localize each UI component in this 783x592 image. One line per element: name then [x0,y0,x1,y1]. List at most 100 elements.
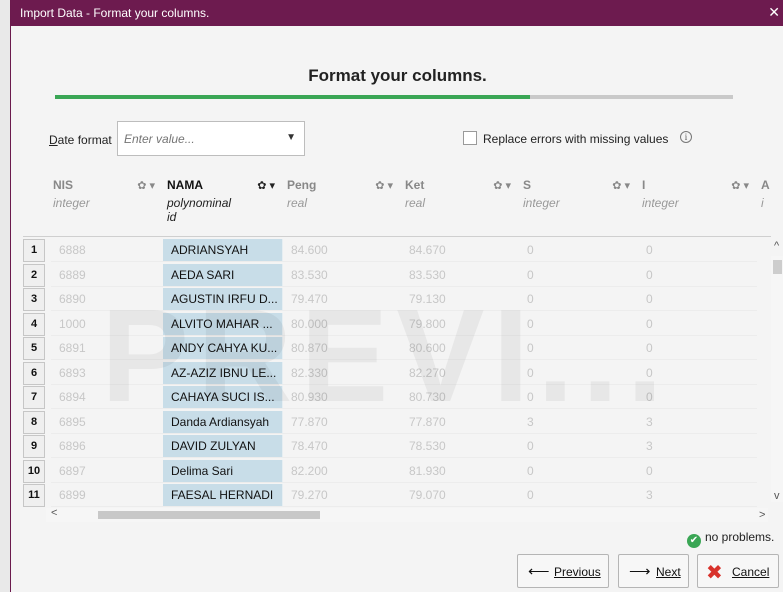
table-cell[interactable]: ANDY CAHYA KU... [163,337,283,360]
column-type: real [287,196,308,210]
column-settings-icon[interactable]: ✿ ▾ [137,179,155,192]
table-cell[interactable]: 81.930 [401,460,519,483]
table-cell[interactable]: 78.470 [283,435,401,458]
scroll-up-icon[interactable]: ^ [774,240,779,252]
column-header-nis[interactable]: NIS ✿ ▾ integer [49,176,163,236]
table-cell[interactable]: 79.470 [283,288,401,311]
table-cell[interactable]: 6888 [51,239,163,262]
table-cell[interactable]: 0 [638,460,757,483]
table-cell[interactable]: ADRIANSYAH [163,239,283,262]
column-settings-icon[interactable]: ✿ ▾ [612,179,630,192]
next-button[interactable]: ⟶ Next [618,554,689,588]
table-cell[interactable]: 0 [519,435,638,458]
table-cell[interactable]: 79.070 [401,484,519,507]
vertical-scroll-thumb[interactable] [773,260,782,274]
table-cell[interactable]: 82.200 [283,460,401,483]
table-cell[interactable]: 80.870 [283,337,401,360]
table-cell[interactable]: 77.870 [283,411,401,434]
table-cell[interactable]: 0 [519,460,638,483]
table-cell[interactable]: 0 [638,337,757,360]
date-format-combobox[interactable]: ▼ [117,121,305,156]
table-cell[interactable]: 79.130 [401,288,519,311]
table-cell[interactable]: 0 [519,337,638,360]
table-cell[interactable]: 0 [519,386,638,409]
table-cell[interactable]: 6895 [51,411,163,434]
table-cell[interactable]: 6897 [51,460,163,483]
scroll-right-icon[interactable]: > [759,509,765,521]
table-cell[interactable]: 3 [638,484,757,507]
table-cell[interactable]: 0 [638,313,757,336]
table-cell[interactable]: 0 [638,386,757,409]
column-settings-icon[interactable]: ✿ ▾ [257,179,275,192]
replace-errors-checkbox[interactable] [463,131,477,145]
table-cell[interactable]: 83.530 [283,264,401,287]
table-cell[interactable]: 80.600 [401,337,519,360]
table-cell[interactable]: 0 [638,288,757,311]
table-cell[interactable]: 0 [519,288,638,311]
table-cell[interactable]: 0 [519,313,638,336]
column-settings-icon[interactable]: ✿ ▾ [375,179,393,192]
table-cell[interactable]: AEDA SARI [163,263,283,287]
table-cell[interactable]: 0 [638,239,757,262]
table-cell[interactable]: 82.270 [401,362,519,385]
table-cell[interactable]: 78.530 [401,435,519,458]
table-cell[interactable]: 77.870 [401,411,519,434]
column-settings-icon[interactable]: ✿ ▾ [731,179,749,192]
table-cell[interactable]: 6899 [51,484,163,507]
column-type: integer [642,196,679,210]
column-header-i[interactable]: I ✿ ▾ integer [638,176,757,236]
title-bar[interactable]: Import Data - Format your columns. ✕ [11,0,783,26]
table-cell[interactable]: ALVITO MAHAR ... [163,312,283,336]
table-cell[interactable]: 0 [519,239,638,262]
table-cell[interactable]: 79.800 [401,313,519,336]
table-cell[interactable]: 6893 [51,362,163,385]
table-cell[interactable]: 6894 [51,386,163,409]
close-icon[interactable]: ✕ [768,4,780,21]
table-cell[interactable]: 80.000 [283,313,401,336]
table-cell[interactable]: 0 [638,362,757,385]
column-header-s[interactable]: S ✿ ▾ integer [519,176,638,236]
table-cell[interactable]: 3 [638,411,757,434]
table-cell[interactable]: 82.330 [283,362,401,385]
table-cell[interactable]: 79.270 [283,484,401,507]
info-icon[interactable]: i [680,131,692,143]
column-header-ket[interactable]: Ket ✿ ▾ real [401,176,519,236]
table-cell[interactable]: FAESAL HERNADI [163,484,283,507]
table-cell[interactable]: 0 [519,484,638,507]
row-number: 10 [23,459,45,483]
table-cell[interactable]: AGUSTIN IRFU D... [163,288,283,311]
table-cell[interactable]: 0 [638,264,757,287]
vertical-scrollbar[interactable] [771,256,783,502]
table-cell[interactable]: 84.670 [401,239,519,262]
table-cell[interactable]: 0 [519,362,638,385]
table-cell[interactable]: DAVID ZULYAN [163,435,283,458]
column-header-a[interactable]: Ai [757,176,783,236]
table-cell[interactable]: 1000 [51,313,163,336]
table-cell[interactable]: 6896 [51,435,163,458]
scroll-left-icon[interactable]: < [51,507,57,519]
dropdown-caret-icon[interactable]: ▼ [286,132,296,143]
table-cell[interactable]: 6891 [51,337,163,360]
column-header-peng[interactable]: Peng ✿ ▾ real [283,176,401,236]
table-cell[interactable]: AZ-AZIZ IBNU LE... [163,361,283,385]
table-cell[interactable]: 3 [638,435,757,458]
table-cell[interactable]: Danda Ardiansyah [163,410,283,434]
column-header-nama[interactable]: NAMA ✿ ▾ polynominal id [163,176,283,236]
table-cell[interactable]: 80.730 [401,386,519,409]
table-cell[interactable]: 6890 [51,288,163,311]
horizontal-scroll-thumb[interactable] [98,511,320,519]
table-cell[interactable]: 84.600 [283,239,401,262]
column-settings-icon[interactable]: ✿ ▾ [493,179,511,192]
date-format-input[interactable] [118,122,278,155]
table-cell[interactable]: 83.530 [401,264,519,287]
table-cell[interactable]: 0 [519,264,638,287]
table-cell[interactable]: CAHAYA SUCI IS... [163,386,283,409]
cancel-button[interactable]: ✖ Cancel [697,554,779,588]
previous-button[interactable]: ⟵ Previous [517,554,609,588]
table-cell[interactable]: 3 [519,411,638,434]
horizontal-scrollbar[interactable] [46,508,768,522]
table-cell[interactable]: 80.930 [283,386,401,409]
scroll-down-icon[interactable]: v [774,490,780,502]
table-cell[interactable]: 6889 [51,264,163,287]
table-cell[interactable]: Delima Sari [163,459,283,483]
